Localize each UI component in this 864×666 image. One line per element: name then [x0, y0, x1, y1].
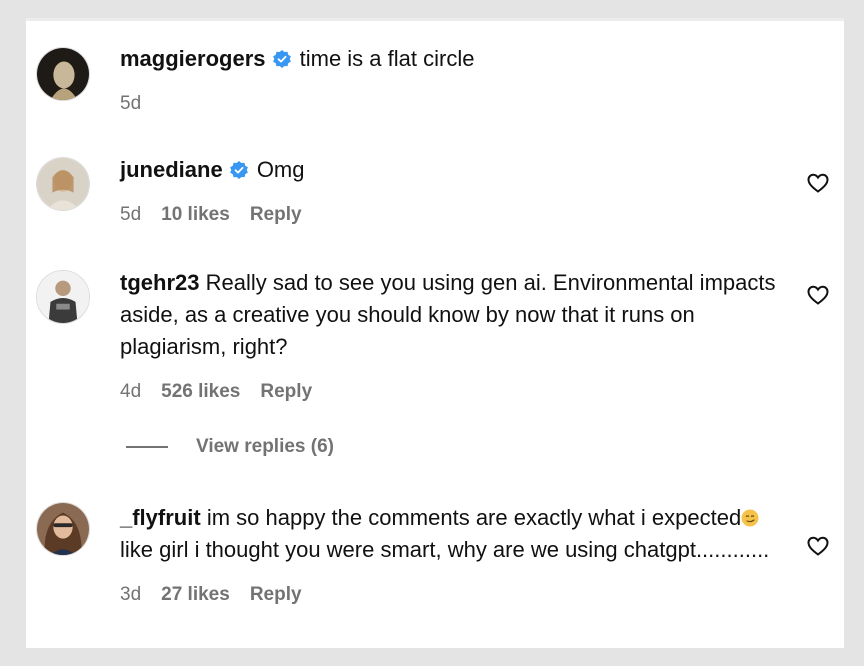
heart-outline-icon[interactable]: [806, 171, 830, 195]
comment-text-line: junediane Omg: [120, 154, 780, 186]
likes-count[interactable]: 526 likes: [161, 381, 240, 403]
verified-badge-icon: [229, 160, 249, 180]
heart-outline-icon[interactable]: [806, 283, 830, 307]
comments-panel: maggierogers time is a flat circle 5d ju…: [26, 18, 844, 648]
comment-text: time is a flat circle: [299, 46, 475, 71]
comment-meta: 5d: [120, 93, 780, 115]
comment-text-line: _flyfruit im so happy the comments are e…: [120, 502, 780, 566]
comment-meta: 5d 10 likes Reply: [120, 204, 780, 226]
comment-text-line: maggierogers time is a flat circle: [120, 43, 780, 75]
view-replies-button[interactable]: View replies (6): [126, 436, 334, 458]
heart-outline-icon[interactable]: [806, 534, 830, 558]
view-replies-label: View replies (6): [196, 436, 334, 457]
comment-text-part: like girl i thought you were smart, why …: [120, 537, 770, 562]
verified-badge-icon: [272, 49, 292, 69]
likes-count[interactable]: 27 likes: [161, 584, 230, 606]
comment-meta: 3d 27 likes Reply: [120, 584, 780, 606]
comment-text: Really sad to see you using gen ai. Envi…: [120, 270, 776, 359]
avatar[interactable]: [36, 47, 90, 101]
reply-button[interactable]: Reply: [250, 584, 302, 606]
comment-text-line: tgehr23 Really sad to see you using gen …: [120, 267, 780, 363]
timestamp: 5d: [120, 204, 142, 225]
avatar[interactable]: [36, 157, 90, 211]
username[interactable]: _flyfruit: [120, 505, 201, 530]
username[interactable]: tgehr23: [120, 270, 199, 295]
divider-line: [126, 446, 168, 448]
reply-button[interactable]: Reply: [250, 204, 302, 226]
timestamp: 3d: [120, 584, 142, 605]
smirk-emoji-icon: [741, 509, 759, 527]
avatar[interactable]: [36, 502, 90, 556]
comment-meta: 4d 526 likes Reply: [120, 381, 780, 403]
reply-button[interactable]: Reply: [260, 381, 312, 403]
avatar[interactable]: [36, 270, 90, 324]
comment-text-part: im so happy the comments are exactly wha…: [206, 505, 742, 530]
username[interactable]: maggierogers: [120, 46, 266, 71]
timestamp: 4d: [120, 381, 142, 402]
username[interactable]: junediane: [120, 157, 223, 182]
timestamp: 5d: [120, 93, 142, 114]
comment-text: Omg: [256, 157, 305, 182]
likes-count[interactable]: 10 likes: [161, 204, 230, 226]
